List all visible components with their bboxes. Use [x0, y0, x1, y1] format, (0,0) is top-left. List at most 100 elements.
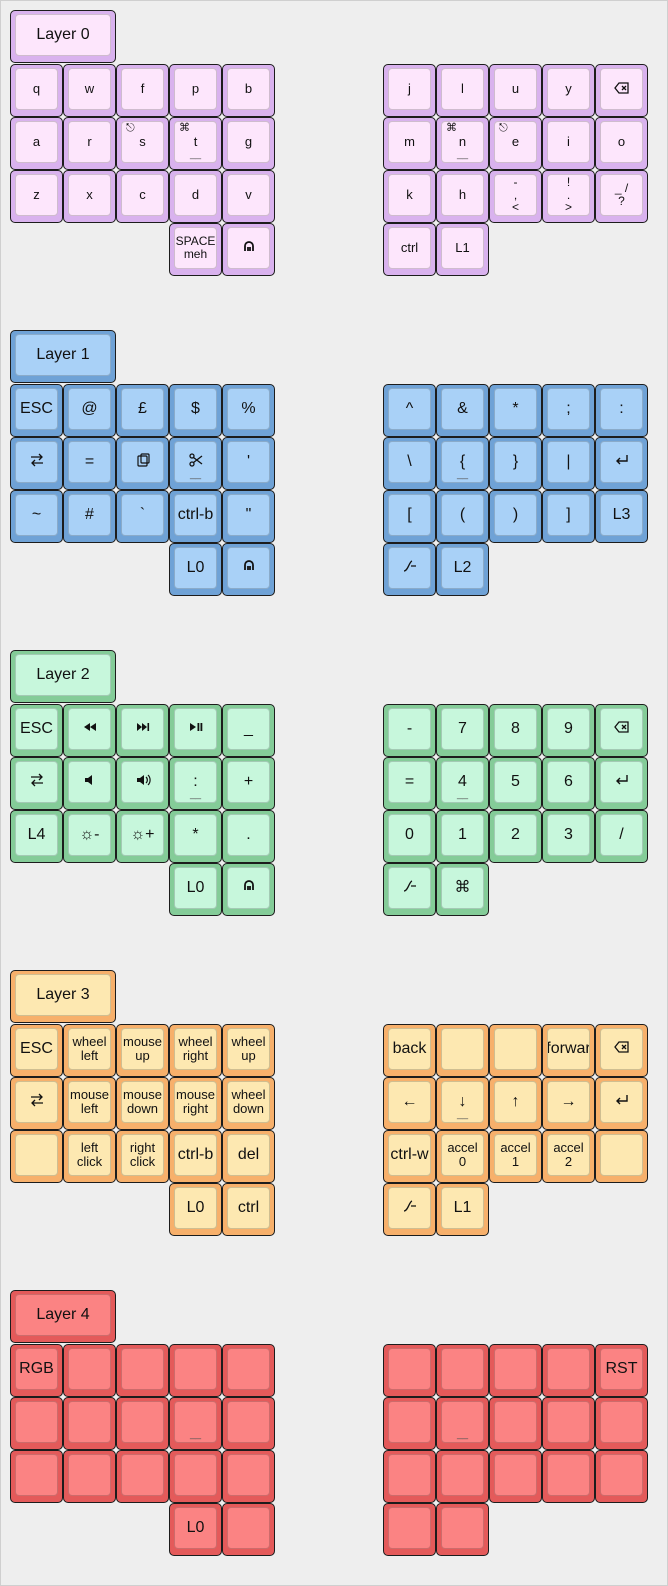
key-right-r2c2-blank[interactable]	[489, 1450, 542, 1503]
key-left-r0c3-p[interactable]: p	[169, 64, 222, 117]
key-left-r2c4-del[interactable]: del	[222, 1130, 275, 1183]
key-left-r2c2-blank[interactable]	[116, 1450, 169, 1503]
key-left-r0c1-blank[interactable]: @	[63, 384, 116, 437]
key-right-r1c1-blank[interactable]: {__	[436, 437, 489, 490]
key-left-r3c4-sym[interactable]	[222, 863, 275, 916]
key-left-r2c2-right-click[interactable]: right click	[116, 1130, 169, 1183]
key-left-r1c0-tab[interactable]	[10, 437, 63, 490]
key-left-r0c3-wheel-right[interactable]: wheel right	[169, 1024, 222, 1077]
key-right-r2c1-accel-0[interactable]: accel 0	[436, 1130, 489, 1183]
key-left-r1c2-mouse-down[interactable]: mouse down	[116, 1077, 169, 1130]
key-left-r2c0-l4[interactable]: L4	[10, 810, 63, 863]
key-right-r1c2-blank[interactable]: ↑	[489, 1077, 542, 1130]
key-left-r3c3-l0[interactable]: L0	[169, 1183, 222, 1236]
key-right-r0c3-y[interactable]: y	[542, 64, 595, 117]
key-left-r3c3-space-meh[interactable]: SPACE meh	[169, 223, 222, 276]
key-left-r3c4-ctrl[interactable]: ctrl	[222, 1183, 275, 1236]
key-left-r1c1-r[interactable]: r	[63, 117, 116, 170]
key-left-r1c0-tab[interactable]	[10, 1077, 63, 1130]
key-left-r0c0-esc[interactable]: ESC	[10, 1024, 63, 1077]
key-right-r2c2-2[interactable]: 2	[489, 810, 542, 863]
key-right-r1c2-blank[interactable]: }	[489, 437, 542, 490]
key-right-r2c3-blank[interactable]: ! . >	[542, 170, 595, 223]
key-right-r2c2-blank[interactable]: - , <	[489, 170, 542, 223]
key-right-r1c4-enter[interactable]	[595, 437, 648, 490]
key-right-r1c2-blank[interactable]	[489, 1397, 542, 1450]
key-right-r2c1-1[interactable]: 1	[436, 810, 489, 863]
key-right-r0c3-forwar[interactable]: forwar	[542, 1024, 595, 1077]
key-left-r0c1-rewind[interactable]	[63, 704, 116, 757]
key-left-r0c0-esc[interactable]: ESC	[10, 384, 63, 437]
key-right-r1c3-i[interactable]: i	[542, 117, 595, 170]
key-left-r2c1-blank[interactable]	[63, 1450, 116, 1503]
key-left-r1c1-blank[interactable]: =	[63, 437, 116, 490]
key-right-r3c0-ctrl[interactable]: ctrl	[383, 223, 436, 276]
key-right-r1c2-e[interactable]: e ⎋	[489, 117, 542, 170]
key-left-r3c3-l0[interactable]: L0	[169, 543, 222, 596]
key-right-r3c1-blank[interactable]	[436, 1503, 489, 1556]
key-left-r1c2-volume-up[interactable]	[116, 757, 169, 810]
key-right-r2c3-blank[interactable]: ]	[542, 490, 595, 543]
key-left-r0c1-wheel-left[interactable]: wheel left	[63, 1024, 116, 1077]
key-left-r2c3-blank[interactable]: *	[169, 810, 222, 863]
key-left-r1c2-blank[interactable]	[116, 1397, 169, 1450]
key-right-r3c1-blank[interactable]: ⌘	[436, 863, 489, 916]
key-left-r1c2-s[interactable]: s ⎋	[116, 117, 169, 170]
key-left-r2c4-blank[interactable]: "	[222, 490, 275, 543]
key-left-r0c0-rgb[interactable]: RGB	[10, 1344, 63, 1397]
key-left-r2c3-ctrl-b[interactable]: ctrl-b	[169, 1130, 222, 1183]
key-left-r2c4-v[interactable]: v	[222, 170, 275, 223]
key-right-r0c1-blank[interactable]	[436, 1024, 489, 1077]
key-right-r1c3-blank[interactable]: |	[542, 437, 595, 490]
key-right-r0c2-u[interactable]: u	[489, 64, 542, 117]
key-right-r0c4-backspace[interactable]	[595, 1024, 648, 1077]
key-right-r0c1-blank[interactable]	[436, 1344, 489, 1397]
key-left-r0c4-blank[interactable]	[222, 1344, 275, 1397]
key-left-r1c0-blank[interactable]	[10, 1397, 63, 1450]
key-left-r0c4-wheel-up[interactable]: wheel up	[222, 1024, 275, 1077]
key-right-r1c0-blank[interactable]: =	[383, 757, 436, 810]
key-right-r1c1-key[interactable]: __	[436, 1397, 489, 1450]
key-left-r3c4-sym[interactable]	[222, 543, 275, 596]
key-left-r1c1-volume-down[interactable]	[63, 757, 116, 810]
key-right-r0c0-blank[interactable]: ^	[383, 384, 436, 437]
key-right-r2c3-blank[interactable]	[542, 1450, 595, 1503]
key-left-r3c3-l0[interactable]: L0	[169, 863, 222, 916]
key-right-r1c1-4[interactable]: 4 __	[436, 757, 489, 810]
key-right-r2c0-k[interactable]: k	[383, 170, 436, 223]
key-left-r2c4-blank[interactable]	[222, 1450, 275, 1503]
key-right-r3c1-l1[interactable]: L1	[436, 1183, 489, 1236]
key-right-r3c0-hyper[interactable]	[383, 863, 436, 916]
key-right-r2c4-blank[interactable]: /	[595, 810, 648, 863]
key-right-r1c0-m[interactable]: m	[383, 117, 436, 170]
key-left-r0c3-play-pause[interactable]	[169, 704, 222, 757]
key-right-r3c0-hyper[interactable]	[383, 543, 436, 596]
key-right-r2c4-l3[interactable]: L3	[595, 490, 648, 543]
key-right-r2c1-h[interactable]: h	[436, 170, 489, 223]
key-right-r0c1-l[interactable]: l	[436, 64, 489, 117]
key-right-r0c3-blank[interactable]	[542, 1344, 595, 1397]
key-right-r2c2-blank[interactable]: )	[489, 490, 542, 543]
key-right-r0c0-blank[interactable]	[383, 1344, 436, 1397]
key-right-r0c4-backspace[interactable]	[595, 704, 648, 757]
key-left-r2c0-z[interactable]: z	[10, 170, 63, 223]
key-left-r2c3-blank[interactable]	[169, 1450, 222, 1503]
key-left-r0c2-blank[interactable]: £	[116, 384, 169, 437]
key-right-r1c4-enter[interactable]	[595, 1077, 648, 1130]
key-left-r2c0-blank[interactable]	[10, 1130, 63, 1183]
key-right-r0c0-blank[interactable]: -	[383, 704, 436, 757]
key-left-r1c0-a[interactable]: a	[10, 117, 63, 170]
key-left-r0c0-esc[interactable]: ESC	[10, 704, 63, 757]
key-right-r1c4-o[interactable]: o	[595, 117, 648, 170]
key-right-r0c2-blank[interactable]	[489, 1344, 542, 1397]
key-left-r0c2-mouse-up[interactable]: mouse up	[116, 1024, 169, 1077]
key-left-r2c1-x[interactable]: x	[63, 170, 116, 223]
key-left-r0c0-q[interactable]: q	[10, 64, 63, 117]
key-right-r1c4-blank[interactable]	[595, 1397, 648, 1450]
key-right-r2c0-blank[interactable]	[383, 1450, 436, 1503]
key-left-r2c2-blank[interactable]: ☼+	[116, 810, 169, 863]
key-right-r2c0-blank[interactable]: [	[383, 490, 436, 543]
key-left-r1c1-mouse-left[interactable]: mouse left	[63, 1077, 116, 1130]
key-left-r0c1-w[interactable]: w	[63, 64, 116, 117]
key-right-r1c3-blank[interactable]: →	[542, 1077, 595, 1130]
